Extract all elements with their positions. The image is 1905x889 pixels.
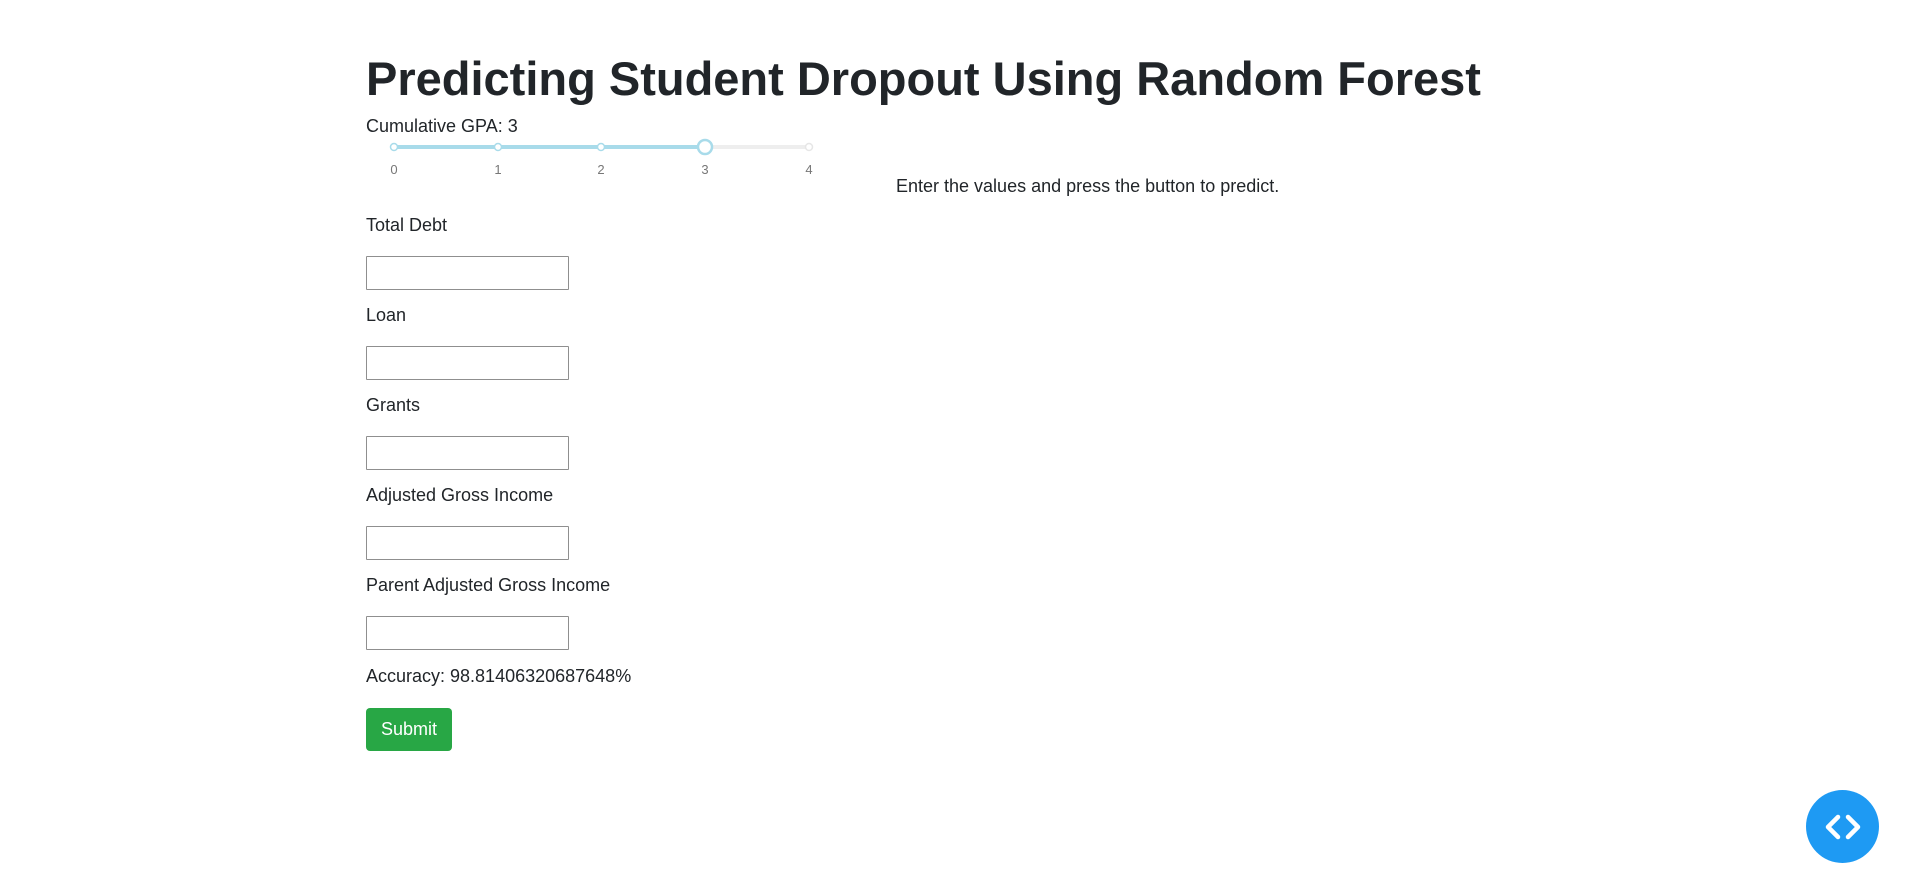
grants-label: Grants <box>366 395 421 415</box>
slider-dot-0 <box>389 142 399 152</box>
slider-tick-label: 0 <box>390 162 398 177</box>
code-chevrons-icon <box>1825 814 1860 839</box>
total-debt-label: Total Debt <box>366 215 448 235</box>
app-page: Predicting Student Dropout Using Random … <box>0 0 1905 889</box>
slider-dot-1 <box>493 142 503 152</box>
slider-handle <box>696 138 714 156</box>
loan-label: Loan <box>366 305 407 325</box>
slider-dot-2 <box>596 142 606 152</box>
accuracy-text: Accuracy: 98.81406320687648% <box>366 666 632 686</box>
code-toggle-button[interactable] <box>1806 790 1879 863</box>
parent-adjusted-gross-income-label: Parent Adjusted Gross Income <box>366 575 611 595</box>
page-title: Predicting Student Dropout Using Random … <box>366 52 1481 105</box>
grants-input[interactable] <box>366 436 569 470</box>
gpa-slider[interactable]: 0 1 2 3 4 <box>366 138 826 184</box>
slider-dot-4 <box>804 142 814 152</box>
gpa-slider-label: Cumulative GPA: 3 <box>366 116 518 136</box>
slider-tick-label: 3 <box>701 162 709 177</box>
total-debt-input[interactable] <box>366 256 569 290</box>
loan-input[interactable] <box>366 346 569 380</box>
slider-tick-label: 2 <box>597 162 605 177</box>
slider-tick-label: 1 <box>494 162 502 177</box>
slider-tick-label: 4 <box>805 162 813 177</box>
adjusted-gross-income-label: Adjusted Gross Income <box>366 485 554 505</box>
gpa-slider-track-svg[interactable] <box>366 138 826 158</box>
prediction-output: Enter the values and press the button to… <box>896 176 1280 196</box>
parent-adjusted-gross-income-input[interactable] <box>366 616 569 650</box>
adjusted-gross-income-input[interactable] <box>366 526 569 560</box>
submit-button[interactable]: Submit <box>366 708 452 751</box>
